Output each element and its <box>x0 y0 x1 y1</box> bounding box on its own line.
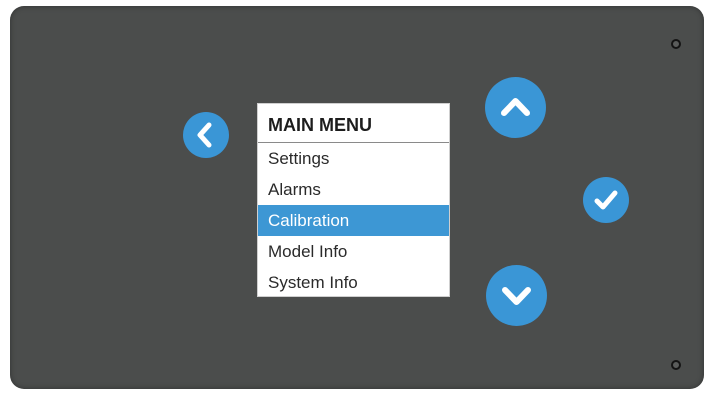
menu-list: Settings Alarms Calibration Model Info S… <box>258 143 449 298</box>
up-button[interactable] <box>485 77 546 138</box>
down-button[interactable] <box>486 265 547 326</box>
chevron-left-icon <box>197 122 212 148</box>
menu-item-model-info[interactable]: Model Info <box>258 236 449 267</box>
checkmark-icon <box>594 190 618 210</box>
menu-item-system-info[interactable]: System Info <box>258 267 449 298</box>
chevron-up-icon <box>501 98 530 116</box>
menu-title: MAIN MENU <box>258 104 449 143</box>
chevron-down-icon <box>502 287 531 305</box>
menu-item-alarms[interactable]: Alarms <box>258 174 449 205</box>
menu-item-settings[interactable]: Settings <box>258 143 449 174</box>
screw-top <box>671 39 681 49</box>
screw-bottom <box>671 360 681 370</box>
main-menu: MAIN MENU Settings Alarms Calibration Mo… <box>257 103 450 297</box>
menu-item-calibration[interactable]: Calibration <box>258 205 449 236</box>
back-button[interactable] <box>183 112 229 158</box>
ok-button[interactable] <box>583 177 629 223</box>
